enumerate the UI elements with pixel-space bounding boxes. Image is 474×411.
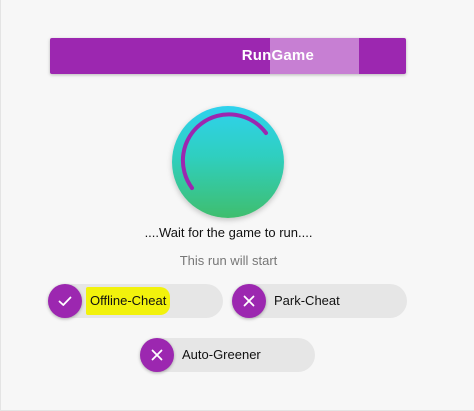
- option-park-cheat[interactable]: Park-Cheat: [232, 284, 407, 318]
- wait-status-text: ....Wait for the game to run....: [144, 225, 313, 240]
- run-start-text: This run will start: [179, 253, 278, 268]
- option-park-cheat-label: Park-Cheat: [274, 293, 340, 308]
- loading-indicator: [172, 106, 284, 218]
- check-icon[interactable]: [48, 284, 82, 318]
- app-window: RunGame ....Wait for the game to run....…: [0, 0, 474, 411]
- option-offline-cheat-label: Offline-Cheat: [86, 287, 171, 315]
- option-auto-greener-label: Auto-Greener: [182, 347, 261, 362]
- close-icon[interactable]: [140, 338, 174, 372]
- loading-spinner-arc: [180, 112, 268, 190]
- run-game-label: RunGame: [241, 47, 314, 64]
- option-offline-cheat[interactable]: Offline-Cheat: [48, 284, 223, 318]
- run-game-button[interactable]: RunGame: [50, 38, 406, 74]
- option-auto-greener[interactable]: Auto-Greener: [140, 338, 315, 372]
- close-icon[interactable]: [232, 284, 266, 318]
